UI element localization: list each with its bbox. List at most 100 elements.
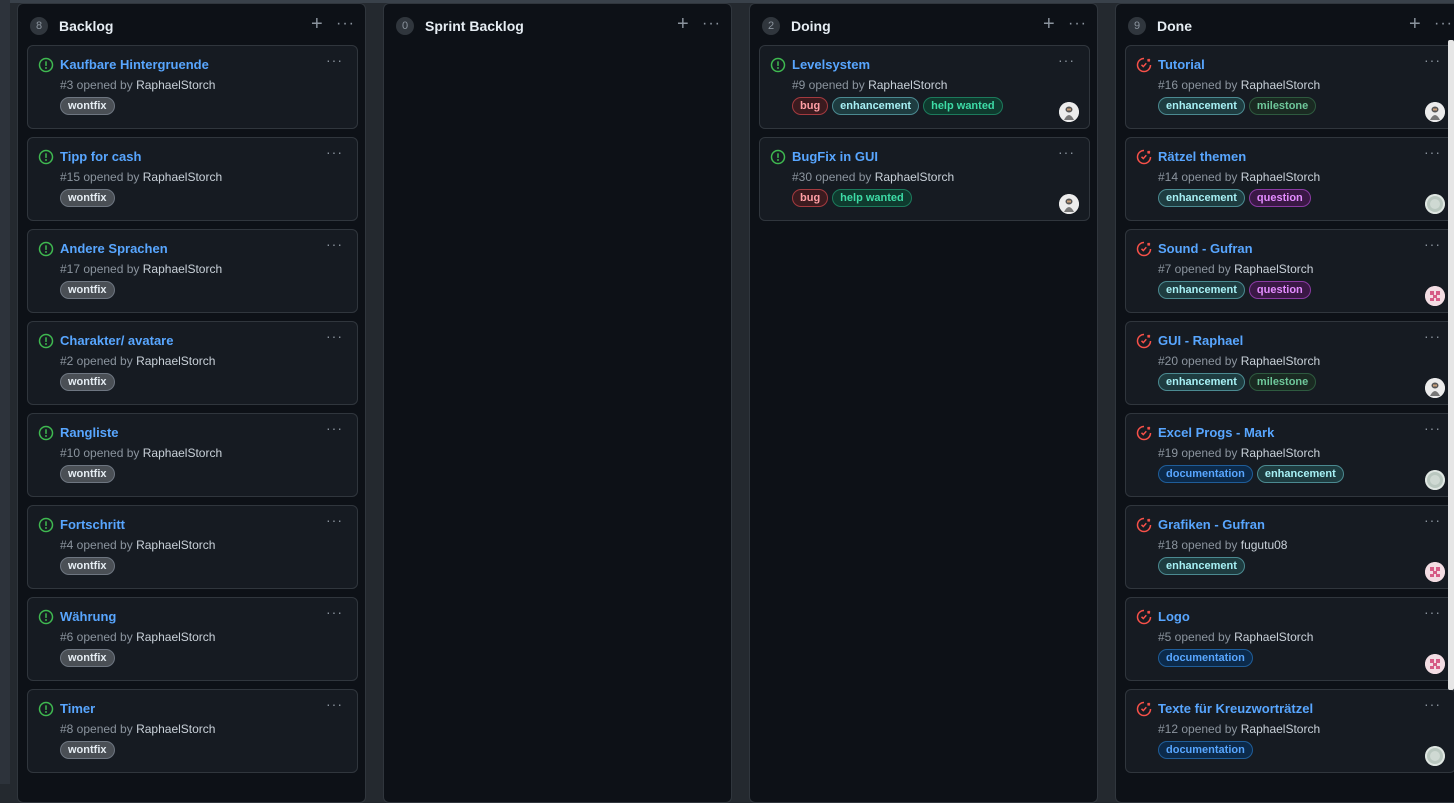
assignee-avatar[interactable] <box>1425 746 1445 766</box>
assignee-avatar[interactable] <box>1425 286 1445 306</box>
card-more-icon[interactable]: ··· <box>1424 604 1441 620</box>
card-more-icon[interactable]: ··· <box>1424 328 1441 344</box>
issue-title-link[interactable]: Excel Progs - Mark <box>1158 424 1274 442</box>
issue-card[interactable]: Tipp for cash ··· #15 opened by RaphaelSto… <box>27 137 358 221</box>
column-more-icon[interactable]: ··· <box>336 13 355 35</box>
issue-card[interactable]: Rangliste ··· #10 opened by RaphaelStorch w… <box>27 413 358 497</box>
label-wontfix[interactable]: wontfix <box>60 97 115 115</box>
card-more-icon[interactable]: ··· <box>1058 52 1075 68</box>
issue-title-link[interactable]: Grafiken - Gufran <box>1158 516 1265 534</box>
issue-card[interactable]: Excel Progs - Mark ··· #19 opened by Rapha… <box>1125 413 1454 497</box>
add-item-icon[interactable]: + <box>1043 13 1055 35</box>
label-documentation[interactable]: documentation <box>1158 741 1253 759</box>
assignee-avatar[interactable] <box>1425 470 1445 490</box>
issue-card[interactable]: Tutorial ··· #16 opened by RaphaelStorch en… <box>1125 45 1454 129</box>
add-item-icon[interactable]: + <box>677 13 689 35</box>
column-more-icon[interactable]: ··· <box>1068 13 1087 35</box>
issue-author-link[interactable]: RaphaelStorch <box>136 630 215 644</box>
issue-title-link[interactable]: Währung <box>60 608 116 626</box>
label-enhancement[interactable]: enhancement <box>1158 373 1245 391</box>
issue-title-link[interactable]: GUI - Raphael <box>1158 332 1243 350</box>
issue-author-link[interactable]: RaphaelStorch <box>1241 78 1320 92</box>
label-enhancement[interactable]: enhancement <box>1158 97 1245 115</box>
issue-card[interactable]: GUI - Raphael ··· #20 opened by RaphaelSto… <box>1125 321 1454 405</box>
issue-card[interactable]: Fortschritt ··· #4 opened by RaphaelStorch… <box>27 505 358 589</box>
issue-card[interactable]: Sound - Gufran ··· #7 opened by RaphaelSto… <box>1125 229 1454 313</box>
add-item-icon[interactable]: + <box>311 13 323 35</box>
issue-author-link[interactable]: RaphaelStorch <box>875 170 954 184</box>
issue-title-link[interactable]: Rätzel themen <box>1158 148 1246 166</box>
column-more-icon[interactable]: ··· <box>1434 13 1453 35</box>
issue-title-link[interactable]: Fortschritt <box>60 516 125 534</box>
issue-author-link[interactable]: RaphaelStorch <box>1234 630 1313 644</box>
label-enhancement[interactable]: enhancement <box>1158 189 1245 207</box>
card-more-icon[interactable]: ··· <box>1424 236 1441 252</box>
issue-title-link[interactable]: Rangliste <box>60 424 119 442</box>
issue-author-link[interactable]: RaphaelStorch <box>1241 722 1320 736</box>
assignee-avatar[interactable] <box>1059 102 1079 122</box>
card-more-icon[interactable]: ··· <box>326 696 343 712</box>
label-wontfix[interactable]: wontfix <box>60 281 115 299</box>
issue-author-link[interactable]: RaphaelStorch <box>143 446 222 460</box>
card-more-icon[interactable]: ··· <box>1058 144 1075 160</box>
issue-author-link[interactable]: RaphaelStorch <box>1241 446 1320 460</box>
label-question[interactable]: question <box>1248 281 1311 299</box>
assignee-avatar[interactable] <box>1425 194 1445 214</box>
issue-author-link[interactable]: RaphaelStorch <box>136 538 215 552</box>
label-wontfix[interactable]: wontfix <box>60 649 115 667</box>
issue-author-link[interactable]: RaphaelStorch <box>143 262 222 276</box>
label-wontfix[interactable]: wontfix <box>60 465 115 483</box>
label-bug[interactable]: bug <box>792 189 829 207</box>
assignee-avatar[interactable] <box>1425 562 1445 582</box>
label-help-wanted[interactable]: help wanted <box>832 189 912 207</box>
column-more-icon[interactable]: ··· <box>702 13 721 35</box>
issue-author-link[interactable]: RaphaelStorch <box>143 170 222 184</box>
issue-author-link[interactable]: RaphaelStorch <box>1234 262 1313 276</box>
issue-card[interactable]: Texte für Kreuzworträtzel ··· #12 opened b… <box>1125 689 1454 773</box>
issue-author-link[interactable]: RaphaelStorch <box>136 722 215 736</box>
issue-title-link[interactable]: Sound - Gufran <box>1158 240 1253 258</box>
card-more-icon[interactable]: ··· <box>326 236 343 252</box>
label-wontfix[interactable]: wontfix <box>60 373 115 391</box>
assignee-avatar[interactable] <box>1425 102 1445 122</box>
label-documentation[interactable]: documentation <box>1158 465 1253 483</box>
issue-title-link[interactable]: Tipp for cash <box>60 148 141 166</box>
label-wontfix[interactable]: wontfix <box>60 557 115 575</box>
issue-title-link[interactable]: Texte für Kreuzworträtzel <box>1158 700 1313 718</box>
issue-author-link[interactable]: RaphaelStorch <box>1241 354 1320 368</box>
assignee-avatar[interactable] <box>1425 654 1445 674</box>
card-more-icon[interactable]: ··· <box>1424 696 1441 712</box>
card-more-icon[interactable]: ··· <box>1424 420 1441 436</box>
issue-card[interactable]: Währung ··· #6 opened by RaphaelStorch wont… <box>27 597 358 681</box>
issue-author-link[interactable]: RaphaelStorch <box>1241 170 1320 184</box>
card-more-icon[interactable]: ··· <box>1424 144 1441 160</box>
issue-title-link[interactable]: Timer <box>60 700 95 718</box>
issue-card[interactable]: Timer ··· #8 opened by RaphaelStorch wontfi… <box>27 689 358 773</box>
card-more-icon[interactable]: ··· <box>1424 52 1441 68</box>
issue-author-link[interactable]: RaphaelStorch <box>136 78 215 92</box>
label-enhancement[interactable]: enhancement <box>832 97 920 115</box>
label-enhancement[interactable]: enhancement <box>1158 281 1245 299</box>
issue-author-link[interactable]: fugutu08 <box>1241 538 1288 552</box>
label-wontfix[interactable]: wontfix <box>60 741 115 759</box>
issue-title-link[interactable]: Tutorial <box>1158 56 1205 74</box>
issue-title-link[interactable]: Andere Sprachen <box>60 240 168 258</box>
label-documentation[interactable]: documentation <box>1158 649 1253 667</box>
page-scrollbar[interactable] <box>1448 40 1454 690</box>
label-milestone[interactable]: milestone <box>1248 97 1317 115</box>
issue-card[interactable]: Logo ··· #5 opened by RaphaelStorch documen… <box>1125 597 1454 681</box>
label-question[interactable]: question <box>1248 189 1311 207</box>
issue-title-link[interactable]: Logo <box>1158 608 1190 626</box>
issue-title-link[interactable]: Levelsystem <box>792 56 870 74</box>
assignee-avatar[interactable] <box>1059 194 1079 214</box>
issue-title-link[interactable]: BugFix in GUI <box>792 148 878 166</box>
assignee-avatar[interactable] <box>1425 378 1445 398</box>
card-more-icon[interactable]: ··· <box>326 604 343 620</box>
label-bug[interactable]: bug <box>792 97 829 115</box>
card-more-icon[interactable]: ··· <box>326 420 343 436</box>
card-more-icon[interactable]: ··· <box>1424 512 1441 528</box>
issue-card[interactable]: Andere Sprachen ··· #17 opened by RaphaelS… <box>27 229 358 313</box>
issue-title-link[interactable]: Kaufbare Hintergruende <box>60 56 209 74</box>
issue-author-link[interactable]: RaphaelStorch <box>868 78 947 92</box>
issue-card[interactable]: Grafiken - Gufran ··· #18 opened by fugutu… <box>1125 505 1454 589</box>
